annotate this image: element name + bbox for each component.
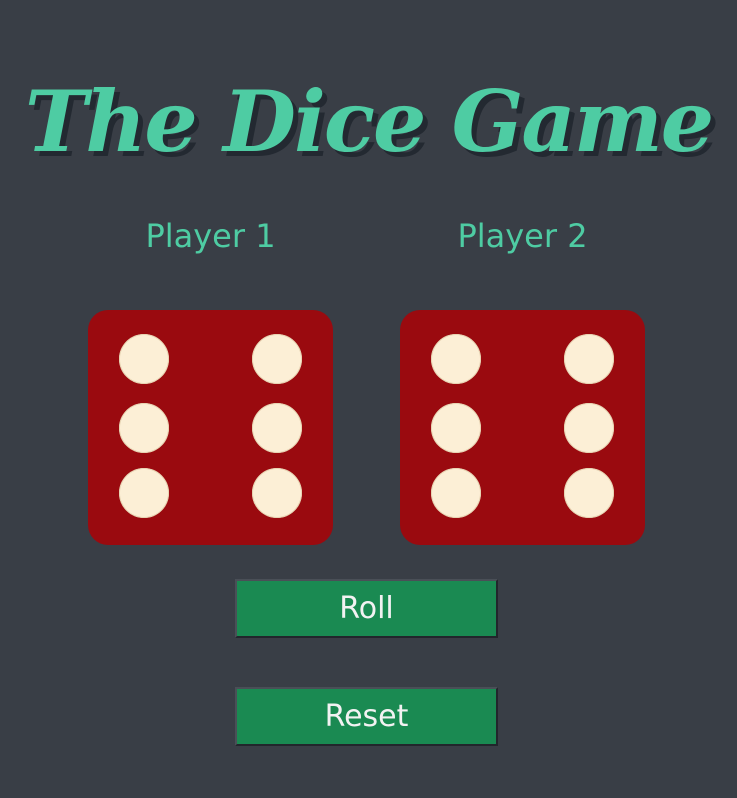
die-pip (119, 468, 170, 519)
player-2-die (400, 310, 645, 545)
die-pip (563, 402, 614, 453)
die-pip (431, 468, 482, 519)
die-pip (431, 334, 482, 385)
game-title: The Dice Game (24, 72, 714, 172)
die-pip (563, 334, 614, 385)
die-pip (431, 402, 482, 453)
die-pip (251, 334, 302, 385)
die-pip (119, 334, 170, 385)
player-2-label: Player 2 (457, 217, 588, 255)
reset-button[interactable]: Reset (235, 687, 498, 746)
die-pip (251, 468, 302, 519)
player-1-die (88, 310, 333, 545)
die-pip (563, 468, 614, 519)
die-pip (119, 402, 170, 453)
player-1-label: Player 1 (145, 217, 276, 255)
roll-button[interactable]: Roll (235, 579, 498, 638)
die-pip (251, 402, 302, 453)
